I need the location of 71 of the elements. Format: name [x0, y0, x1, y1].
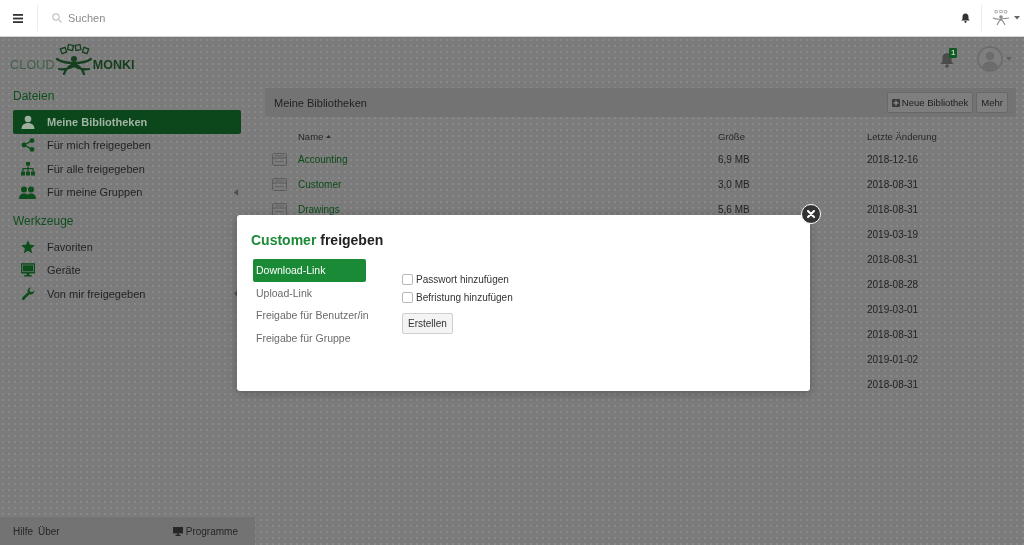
checkbox[interactable]	[402, 291, 413, 303]
date-cell: 2018-08-31	[867, 204, 919, 215]
caret-icon[interactable]	[1014, 16, 1020, 20]
size-cell: 3,0 MB	[718, 179, 750, 190]
sidebar-item[interactable]: Für meine Gruppen	[13, 180, 241, 204]
avatar-icon[interactable]	[992, 10, 1010, 26]
search-icon	[52, 13, 62, 23]
library-link[interactable]: Customer	[298, 179, 342, 190]
dialog-tab[interactable]: Freigabe für Gruppe	[253, 326, 366, 349]
sidebar-item[interactable]: Geräte	[13, 258, 241, 282]
column-header[interactable]: Größe	[713, 130, 862, 142]
monkey-logo-icon	[55, 44, 92, 75]
date-cell: 2018-08-28	[867, 279, 919, 290]
size-cell: 5,6 MB	[718, 204, 750, 215]
sidebar-item[interactable]: Meine Bibliotheken	[13, 110, 241, 134]
date-cell: 2018-08-31	[867, 179, 919, 190]
date-cell: 2019-03-19	[867, 229, 919, 240]
search-field[interactable]: Suchen	[68, 12, 268, 24]
dialog-title: Customer freigeben	[251, 231, 385, 249]
size-cell: 6,9 MB	[718, 154, 750, 165]
logo-text: CLOUD	[10, 58, 55, 74]
library-icon	[271, 178, 287, 191]
date-cell: 2019-01-02	[867, 354, 919, 365]
library-link[interactable]: Drawings	[298, 204, 340, 215]
date-cell: 2018-08-31	[867, 329, 919, 340]
checkbox-label: Befristung hinzufügen	[416, 291, 513, 303]
date-cell: 2018-08-31	[867, 254, 919, 265]
close-icon	[807, 210, 815, 218]
sidebar-item[interactable]: Favoriten	[13, 235, 241, 259]
caret-icon	[234, 188, 238, 196]
sitemap-icon	[21, 161, 35, 176]
programs-link[interactable]: Programme	[172, 525, 238, 537]
column-header[interactable]: Letzte Änderung	[862, 130, 1016, 142]
column-header[interactable]: Name	[293, 130, 713, 142]
checkbox-label: Passwort hinzufügen	[416, 273, 509, 285]
dialog-tab[interactable]: Upload-Link	[253, 281, 366, 304]
library-link[interactable]: Accounting	[298, 154, 348, 165]
checkbox[interactable]	[402, 273, 413, 285]
notification-count: 1	[949, 47, 958, 58]
create-button[interactable]: Erstellen	[402, 313, 453, 334]
sidebar-item[interactable]: Für mich freigegeben	[13, 133, 241, 157]
monitor-icon	[172, 526, 183, 536]
date-cell: 2018-08-31	[867, 379, 919, 390]
sidebar-heading: Werkzeuge	[13, 213, 75, 229]
date-cell: 2018-12-16	[867, 154, 919, 165]
date-cell: 2019-03-01	[867, 304, 919, 315]
library-icon	[271, 153, 287, 166]
share-icon	[21, 138, 35, 153]
library-icon	[271, 203, 287, 216]
footer-link[interactable]: Über	[38, 525, 60, 537]
new-library-button[interactable]: Neue Bibliothek	[886, 92, 974, 113]
bell-icon[interactable]	[961, 13, 970, 23]
menu-icon	[13, 13, 23, 23]
sidebar-item[interactable]: Für alle freigegeben	[13, 157, 241, 181]
sort-caret-icon	[326, 134, 332, 138]
notification-icon[interactable]	[940, 51, 954, 68]
group-icon	[19, 185, 36, 199]
dialog-tab[interactable]: Download-Link	[253, 259, 366, 282]
menu-button[interactable]	[12, 12, 24, 24]
panel-title: Meine Bibliotheken	[274, 96, 367, 109]
user-icon	[21, 114, 35, 129]
monitor-icon	[21, 263, 35, 278]
wrench-icon	[21, 286, 35, 301]
footer-link[interactable]: Hilfe	[13, 525, 33, 537]
plus-icon	[891, 98, 900, 107]
close-button[interactable]	[801, 204, 821, 224]
logo-text: MONKI	[92, 58, 135, 74]
more-button[interactable]: Mehr	[976, 92, 1008, 113]
dialog-tab[interactable]: Freigabe für Benutzer/in	[253, 304, 366, 327]
sidebar-heading: Dateien	[13, 88, 56, 104]
star-icon	[21, 239, 35, 254]
